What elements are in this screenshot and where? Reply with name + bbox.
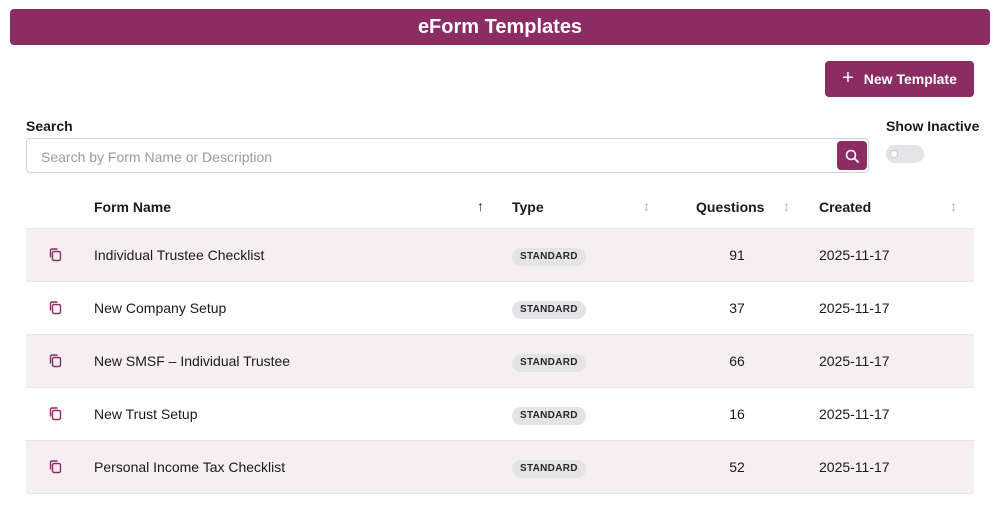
page-title-bar: eForm Templates bbox=[10, 9, 990, 45]
form-name-cell: Personal Income Tax Checklist bbox=[94, 459, 286, 475]
table-row[interactable]: Individual Trustee Checklist STANDARD 91… bbox=[26, 229, 974, 282]
search-input[interactable] bbox=[39, 139, 833, 174]
search-button[interactable] bbox=[837, 141, 867, 170]
plus-icon: + bbox=[842, 67, 854, 89]
column-header-type[interactable]: Type bbox=[512, 199, 544, 215]
search-label: Search bbox=[26, 118, 73, 134]
form-name-cell: New SMSF – Individual Trustee bbox=[94, 353, 291, 369]
column-header-questions[interactable]: Questions bbox=[696, 199, 764, 215]
questions-cell: 66 bbox=[729, 353, 745, 369]
column-header-created[interactable]: Created bbox=[819, 199, 871, 215]
type-badge: STANDARD bbox=[512, 301, 586, 319]
table-header: Form Name ↑ Type ↕ Questions ↕ Created ↕ bbox=[26, 186, 974, 229]
type-badge: STANDARD bbox=[512, 407, 586, 425]
type-badge: STANDARD bbox=[512, 248, 586, 266]
search-box bbox=[26, 138, 869, 174]
questions-cell: 37 bbox=[729, 300, 745, 316]
new-template-label: New Template bbox=[863, 71, 957, 87]
created-cell: 2025-11-17 bbox=[819, 459, 890, 475]
created-cell: 2025-11-17 bbox=[819, 247, 890, 263]
sort-updown-icon[interactable]: ↕ bbox=[783, 198, 790, 214]
type-badge: STANDARD bbox=[512, 460, 586, 478]
copy-icon[interactable] bbox=[48, 406, 64, 422]
search-icon bbox=[845, 149, 859, 163]
show-inactive-label: Show Inactive bbox=[886, 118, 980, 134]
table-row[interactable]: Personal Income Tax Checklist STANDARD 5… bbox=[26, 441, 974, 494]
arrow-up-icon[interactable]: ↑ bbox=[477, 198, 484, 214]
new-template-button[interactable]: + New Template bbox=[825, 61, 974, 97]
copy-icon[interactable] bbox=[48, 459, 64, 475]
questions-cell: 52 bbox=[729, 459, 745, 475]
sort-updown-icon[interactable]: ↕ bbox=[950, 198, 957, 214]
table-row[interactable]: New Company Setup STANDARD 37 2025-11-17 bbox=[26, 282, 974, 335]
show-inactive-toggle[interactable] bbox=[886, 145, 924, 163]
created-cell: 2025-11-17 bbox=[819, 406, 890, 422]
created-cell: 2025-11-17 bbox=[819, 300, 890, 316]
page-title: eForm Templates bbox=[417, 15, 583, 38]
form-name-cell: New Company Setup bbox=[94, 300, 227, 316]
questions-cell: 91 bbox=[729, 247, 745, 263]
form-name-cell: Individual Trustee Checklist bbox=[94, 247, 265, 263]
templates-table: Form Name ↑ Type ↕ Questions ↕ Created ↕… bbox=[26, 186, 974, 494]
table-row[interactable]: New Trust Setup STANDARD 16 2025-11-17 bbox=[26, 388, 974, 441]
created-cell: 2025-11-17 bbox=[819, 353, 890, 369]
type-badge: STANDARD bbox=[512, 354, 586, 372]
questions-cell: 16 bbox=[729, 406, 745, 422]
copy-icon[interactable] bbox=[48, 353, 64, 369]
column-header-form-name[interactable]: Form Name bbox=[94, 199, 171, 215]
copy-icon[interactable] bbox=[48, 247, 64, 263]
sort-updown-icon[interactable]: ↕ bbox=[643, 198, 650, 214]
copy-icon[interactable] bbox=[48, 300, 64, 316]
form-name-cell: New Trust Setup bbox=[94, 406, 198, 422]
toggle-knob bbox=[890, 150, 898, 158]
table-row[interactable]: New SMSF – Individual Trustee STANDARD 6… bbox=[26, 335, 974, 388]
